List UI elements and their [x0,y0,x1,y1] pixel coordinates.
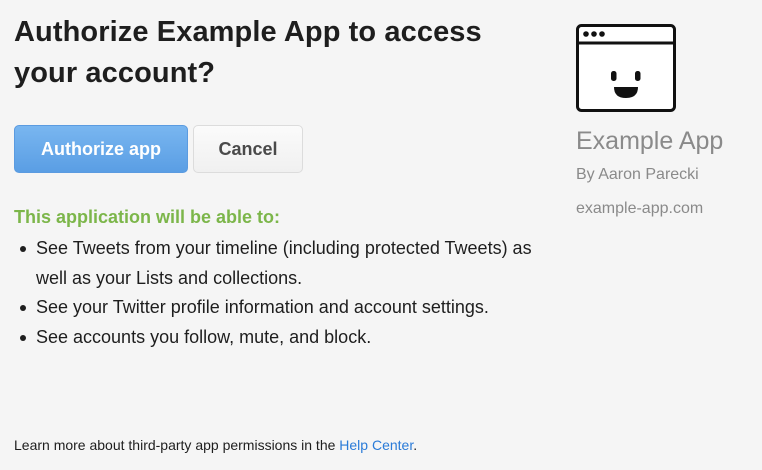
permission-item: See your Twitter profile information and… [20,293,534,323]
smiling-browser-window-icon [576,24,676,112]
permission-item: See Tweets from your timeline (including… [20,234,534,293]
action-buttons: Authorize app Cancel [14,125,534,173]
footer-suffix: . [413,437,418,453]
app-url: example-app.com [576,200,704,217]
permissions-heading: This application will be able to: [14,207,281,227]
footer-text: Learn more about third-party app permiss… [14,437,340,453]
cancel-button[interactable]: Cancel [193,125,303,173]
authorize-page: Authorize Example App to access your acc… [0,0,762,470]
authorize-app-button[interactable]: Authorize app [14,125,188,173]
permissions-list: See Tweets from your timeline (including… [14,234,534,352]
page-title: Authorize Example App to access your acc… [14,16,482,89]
help-center-link[interactable]: Help Center [339,437,413,453]
permission-item: See accounts you follow, mute, and block… [20,323,534,353]
app-author: By Aaron Parecki [576,166,699,183]
app-info-card: Example App By Aaron Parecki example-app… [576,24,756,218]
footer-note: Learn more about third-party app permiss… [14,437,417,453]
app-name: Example App [576,127,724,155]
authorization-panel: Authorize Example App to access your acc… [14,12,534,352]
